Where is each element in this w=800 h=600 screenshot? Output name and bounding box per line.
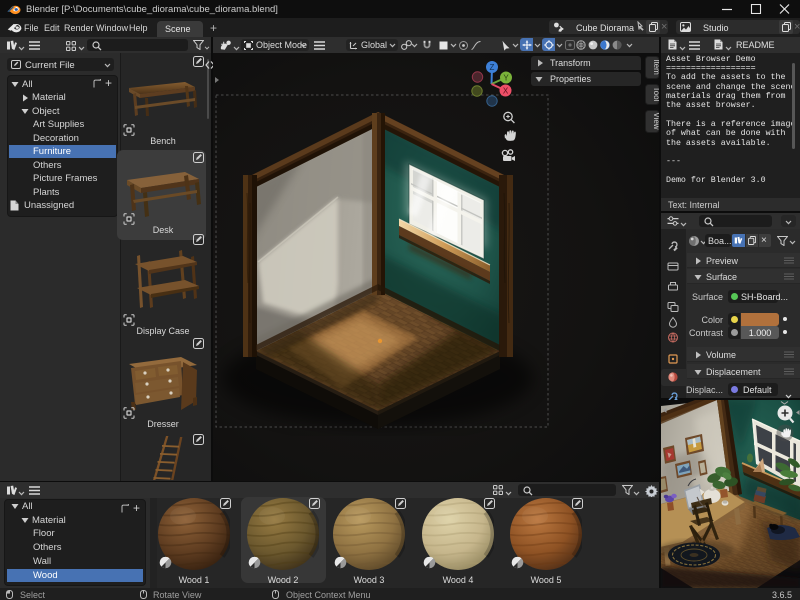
svg-text:Y: Y	[503, 73, 509, 82]
svg-text:Item: Item	[652, 59, 659, 75]
svg-text:X: X	[503, 86, 509, 95]
svg-text:Z: Z	[490, 63, 495, 72]
svg-text:View: View	[652, 112, 659, 129]
svg-text:Tool: Tool	[652, 87, 659, 102]
